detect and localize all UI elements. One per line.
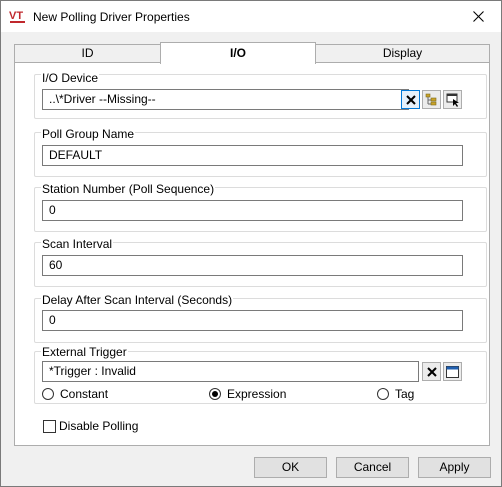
tag-radio[interactable] [377, 388, 389, 400]
io-device-label: I/O Device [41, 71, 100, 85]
cancel-button[interactable]: Cancel [336, 457, 409, 478]
io-device-field[interactable]: ..\*Driver --Missing-- [42, 89, 409, 110]
constant-radio[interactable] [42, 388, 54, 400]
disable-polling-label: Disable Polling [59, 419, 139, 433]
tab-io[interactable]: I/O [160, 42, 316, 64]
app-logo-icon: VT [9, 10, 25, 23]
delay-after-scan-field[interactable]: 0 [42, 310, 463, 331]
constant-radio-label: Constant [60, 387, 109, 401]
tab-id[interactable]: ID [14, 44, 161, 63]
poll-group-label: Poll Group Name [41, 127, 136, 141]
tree-browse-icon [425, 93, 437, 106]
dialog-window: VT New Polling Driver Properties ID I/O … [0, 0, 502, 487]
expression-radio[interactable] [209, 388, 221, 400]
clear-device-button[interactable] [401, 90, 420, 109]
close-button[interactable] [455, 1, 501, 32]
clear-icon [426, 366, 437, 377]
open-trigger-button[interactable] [443, 362, 462, 381]
station-number-label: Station Number (Poll Sequence) [41, 182, 216, 196]
poll-group-field[interactable]: DEFAULT [42, 145, 463, 166]
window-title: New Polling Driver Properties [33, 9, 190, 24]
station-number-field[interactable]: 0 [42, 200, 463, 221]
browse-device-button[interactable] [422, 90, 441, 109]
scan-interval-label: Scan Interval [41, 237, 114, 251]
clear-trigger-button[interactable] [422, 362, 441, 381]
trigger-option-expression[interactable]: Expression [209, 387, 286, 401]
ok-button[interactable]: OK [254, 457, 327, 478]
select-icon [446, 93, 459, 107]
scan-interval-field[interactable]: 60 [42, 255, 463, 276]
io-tab-panel: I/O Device ..\*Driver --Missing-- Poll G… [14, 62, 490, 446]
clear-icon [405, 94, 416, 105]
trigger-option-constant[interactable]: Constant [42, 387, 108, 401]
expression-radio-label: Expression [227, 387, 287, 401]
tab-display[interactable]: Display [315, 44, 490, 63]
external-trigger-label: External Trigger [41, 345, 128, 359]
delay-after-scan-label: Delay After Scan Interval (Seconds) [41, 293, 234, 307]
tab-strip: ID I/O Display [14, 42, 490, 64]
window-icon [446, 365, 459, 378]
title-bar: VT New Polling Driver Properties [1, 1, 501, 32]
disable-polling-checkbox[interactable] [43, 420, 56, 433]
tag-radio-label: Tag [395, 387, 415, 401]
trigger-option-tag[interactable]: Tag [377, 387, 414, 401]
select-device-button[interactable] [443, 90, 462, 109]
external-trigger-field[interactable]: *Trigger : Invalid [42, 361, 419, 382]
svg-text:VT: VT [9, 10, 23, 22]
close-icon [472, 11, 484, 22]
apply-button[interactable]: Apply [418, 457, 491, 478]
